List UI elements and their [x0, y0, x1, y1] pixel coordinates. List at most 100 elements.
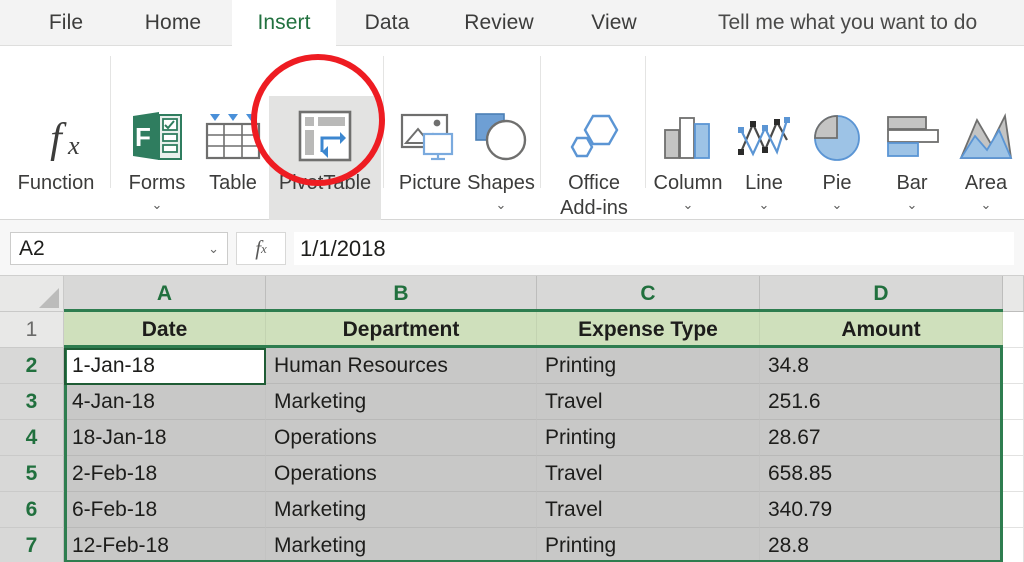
cell-E3[interactable]	[1003, 384, 1024, 420]
ribbon-button-pie-chart[interactable]: Pie⌄	[800, 102, 874, 210]
tab-review[interactable]: Review	[440, 0, 558, 46]
chevron-down-icon[interactable]: ⌄	[680, 198, 696, 210]
column-header-label: A	[157, 282, 172, 306]
cell-C6[interactable]: Travel	[537, 492, 760, 528]
ribbon-button-label: Column	[654, 171, 723, 196]
cell-C7[interactable]: Printing	[537, 528, 760, 562]
row-header-6[interactable]: 6	[0, 492, 64, 528]
shapes-icon	[472, 102, 530, 164]
row-header-label: 5	[26, 462, 38, 486]
column-header-C[interactable]: C	[537, 276, 760, 312]
cell-value: 28.67	[768, 426, 821, 450]
cell-A1[interactable]: Date	[64, 312, 266, 348]
cell-E4[interactable]	[1003, 420, 1024, 456]
ribbon-button-label: Shapes	[467, 171, 535, 196]
chevron-down-icon[interactable]: ⌄	[829, 198, 845, 210]
formula-input[interactable]: 1/1/2018	[294, 232, 1014, 265]
row-header-4[interactable]: 4	[0, 420, 64, 456]
insert-function-button[interactable]: fx	[236, 232, 286, 265]
cell-A5[interactable]: 2-Feb-18	[64, 456, 266, 492]
chevron-down-icon[interactable]: ⌄	[978, 198, 994, 210]
ribbon-button-label: Function	[18, 171, 95, 196]
tab-insert[interactable]: Insert	[232, 0, 336, 46]
cell-value: Date	[142, 318, 188, 342]
cell-D7[interactable]: 28.8	[760, 528, 1003, 562]
tell-me-search[interactable]: Tell me what you want to do	[718, 0, 977, 46]
row-header-label: 1	[26, 318, 38, 342]
ribbon-button-column-chart[interactable]: Column ⌄	[643, 102, 733, 210]
ribbon-button-area-chart[interactable]: Area⌄	[948, 102, 1024, 210]
cell-A6[interactable]: 6-Feb-18	[64, 492, 266, 528]
column-header-D[interactable]: D	[760, 276, 1003, 312]
selection-top-border	[64, 345, 1003, 348]
chevron-down-icon[interactable]: ⌄	[208, 241, 219, 257]
cell-B7[interactable]: Marketing	[266, 528, 537, 562]
cell-B1[interactable]: Department	[266, 312, 537, 348]
fx-icon-sub: x	[261, 241, 267, 257]
cell-D5[interactable]: 658.85	[760, 456, 1003, 492]
tab-view[interactable]: View	[566, 0, 662, 46]
ribbon-button-office-addins[interactable]: Office Add-ins	[548, 102, 640, 221]
ribbon: fxFunctionFForms⌄Table PivotTable PictureS…	[0, 46, 1024, 220]
column-header-B[interactable]: B	[266, 276, 537, 312]
cell-B6[interactable]: Marketing	[266, 492, 537, 528]
formula-bar-area: A2 ⌄ fx 1/1/2018	[0, 220, 1024, 276]
cell-E7[interactable]	[1003, 528, 1024, 562]
row-header-2[interactable]: 2	[0, 348, 64, 384]
cell-A2[interactable]: 1-Jan-18	[64, 348, 266, 384]
cell-value: Printing	[545, 426, 616, 450]
cell-B2[interactable]: Human Resources	[266, 348, 537, 384]
name-box[interactable]: A2 ⌄	[10, 232, 228, 265]
cell-C3[interactable]: Travel	[537, 384, 760, 420]
cell-B4[interactable]: Operations	[266, 420, 537, 456]
cell-D4[interactable]: 28.67	[760, 420, 1003, 456]
cell-A7[interactable]: 12-Feb-18	[64, 528, 266, 562]
cell-D3[interactable]: 251.6	[760, 384, 1003, 420]
table-icon	[204, 102, 262, 164]
cell-E6[interactable]	[1003, 492, 1024, 528]
row-header-1[interactable]: 1	[0, 312, 64, 348]
chevron-down-icon[interactable]: ⌄	[493, 198, 509, 210]
tab-file[interactable]: File	[18, 0, 114, 46]
cell-B3[interactable]: Marketing	[266, 384, 537, 420]
cell-A3[interactable]: 4-Jan-18	[64, 384, 266, 420]
row-header-label: 6	[26, 498, 38, 522]
ribbon-button-pivottable[interactable]: PivotTable	[269, 96, 381, 222]
ribbon-button-label: PivotTable	[279, 171, 371, 196]
row-header-3[interactable]: 3	[0, 384, 64, 420]
tab-data[interactable]: Data	[340, 0, 434, 46]
tab-home[interactable]: Home	[118, 0, 228, 46]
cell-C1[interactable]: Expense Type	[537, 312, 760, 348]
cell-B5[interactable]: Operations	[266, 456, 537, 492]
cell-E1[interactable]	[1003, 312, 1024, 348]
select-all-corner[interactable]	[0, 276, 64, 312]
ribbon-button-function[interactable]: fxFunction	[10, 102, 102, 196]
cell-value: 34.8	[768, 354, 809, 378]
chevron-down-icon[interactable]: ⌄	[149, 198, 165, 210]
cell-D1[interactable]: Amount	[760, 312, 1003, 348]
cell-A4[interactable]: 18-Jan-18	[64, 420, 266, 456]
ribbon-button-line-chart[interactable]: Line⌄	[726, 102, 802, 210]
ribbon-button-forms[interactable]: FForms⌄	[118, 102, 196, 210]
ribbon-button-picture[interactable]: Picture	[389, 102, 471, 196]
column-header-e[interactable]	[1003, 276, 1024, 312]
chevron-down-icon[interactable]: ⌄	[756, 198, 772, 210]
cell-C5[interactable]: Travel	[537, 456, 760, 492]
spreadsheet-grid[interactable]: A BCD 1 234 5 6 7 Date DepartmentExpense TypeA…	[0, 276, 1024, 562]
ribbon-button-label: Bar	[896, 171, 927, 196]
ribbon-button-shapes[interactable]: Shapes ⌄	[461, 102, 541, 210]
chevron-down-icon[interactable]: ⌄	[904, 198, 920, 210]
cell-D2[interactable]: 34.8	[760, 348, 1003, 384]
column-header-A[interactable]: A	[64, 276, 266, 312]
ribbon-button-bar-chart[interactable]: Bar ⌄	[873, 102, 951, 210]
cell-value: 2-Feb-18	[72, 462, 157, 486]
row-header-7[interactable]: 7	[0, 528, 64, 562]
row-header-label: 7	[26, 534, 38, 558]
cell-C2[interactable]: Printing	[537, 348, 760, 384]
cell-C4[interactable]: Printing	[537, 420, 760, 456]
cell-D6[interactable]: 340.79	[760, 492, 1003, 528]
cell-E5[interactable]	[1003, 456, 1024, 492]
ribbon-button-table[interactable]: Table	[198, 102, 268, 196]
row-header-5[interactable]: 5	[0, 456, 64, 492]
cell-E2[interactable]	[1003, 348, 1024, 384]
